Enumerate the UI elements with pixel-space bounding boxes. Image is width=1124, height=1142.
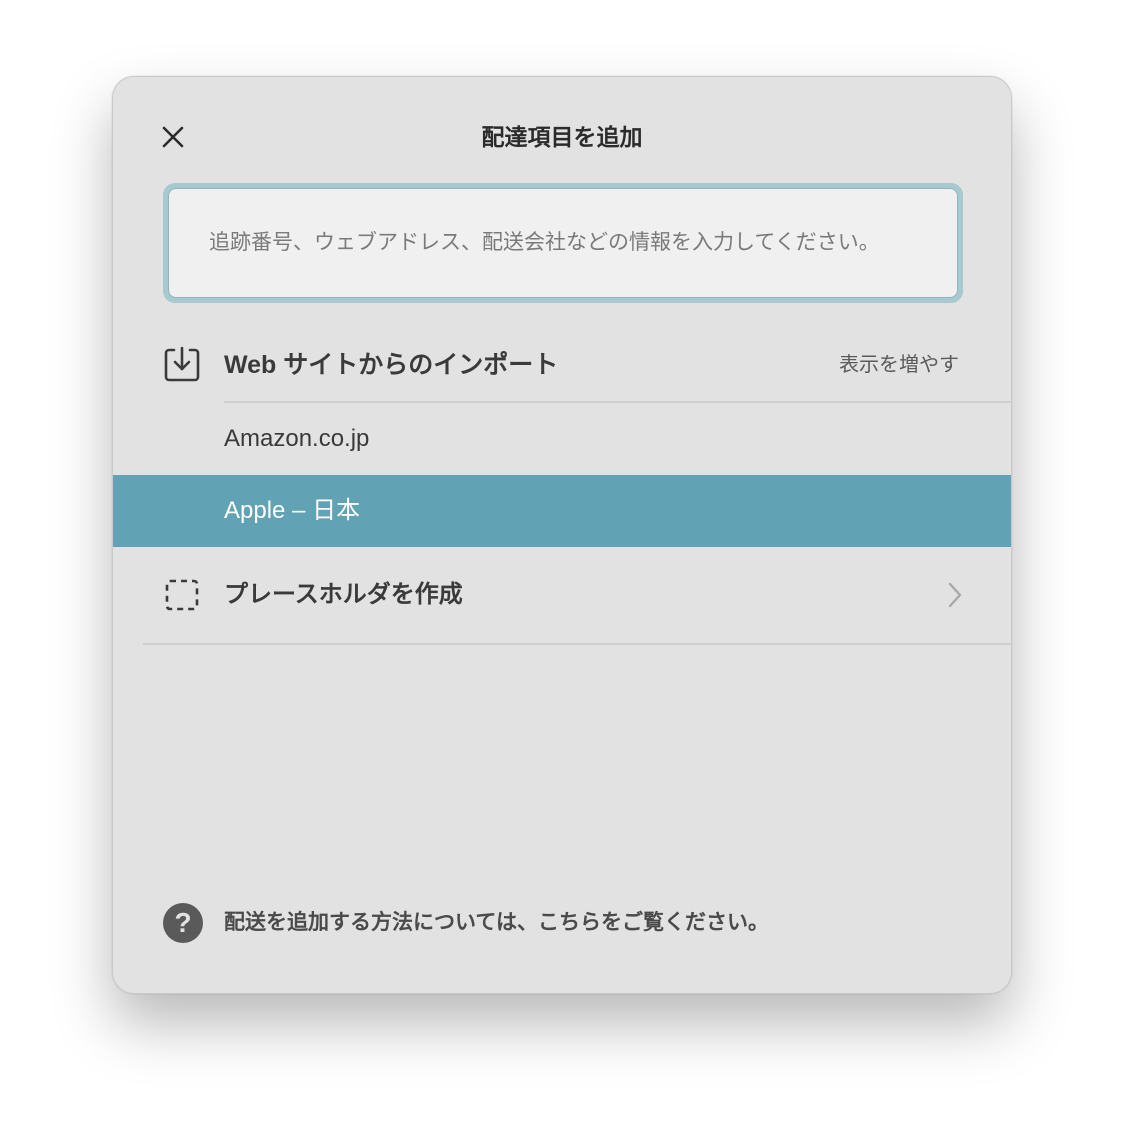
help-text: 配送を追加する方法については、こちらをご覧ください。 xyxy=(224,911,769,934)
tracking-input[interactable] xyxy=(168,188,958,298)
import-section-header: Web サイトからのインポート 表示を増やす xyxy=(113,327,1011,403)
help-link[interactable]: ? 配送を追加する方法については、こちらをご覧ください。 xyxy=(113,903,1011,943)
create-placeholder-button[interactable]: プレースホルダを作成 xyxy=(113,547,1011,643)
show-more-link[interactable]: 表示を増やす xyxy=(839,351,959,379)
import-icon xyxy=(164,346,200,382)
search-field-wrapper xyxy=(163,183,963,303)
add-delivery-dialog: 配達項目を追加 Web サイトからのインポート 表示を増やす Amazon.co… xyxy=(112,76,1012,994)
divider xyxy=(143,643,1011,645)
import-item-amazon[interactable]: Amazon.co.jp xyxy=(113,403,1011,475)
import-section-label: Web サイトからのインポート xyxy=(224,351,559,379)
chevron-right-icon xyxy=(948,582,962,608)
question-circle-icon: ? xyxy=(163,903,203,943)
dialog-title: 配達項目を追加 xyxy=(481,124,643,150)
import-item-apple[interactable]: Apple – 日本 xyxy=(113,475,1011,547)
dashed-square-icon xyxy=(165,579,199,611)
create-placeholder-label: プレースホルダを作成 xyxy=(224,581,463,608)
